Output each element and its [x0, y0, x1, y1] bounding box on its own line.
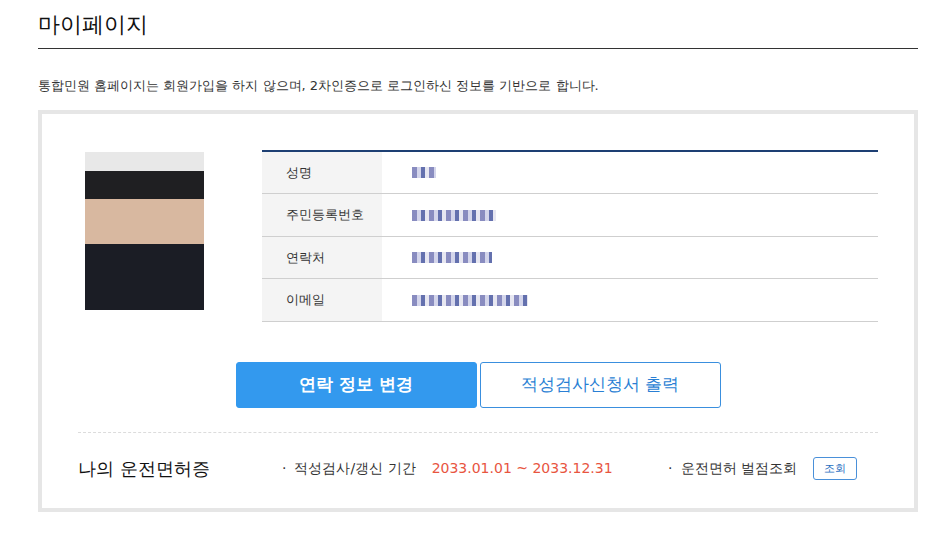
info-row: 연락처: [262, 237, 878, 280]
info-row: 성명: [262, 152, 878, 195]
info-label: 성명: [262, 152, 382, 194]
masked-value: [412, 167, 436, 178]
page: 마이페이지통합민원 홈페이지는 회원가입을 하지 않으며, 2차인증으로 로그인…: [0, 0, 934, 512]
bullet: ·: [668, 458, 672, 479]
info-value: [382, 279, 878, 321]
info-row: 주민등록번호: [262, 194, 878, 237]
info-row: 이메일: [262, 279, 878, 322]
period-value: 2033.01.01 ~ 2033.12.31: [432, 458, 613, 479]
license-row: 나의 운전면허증·적성검사/갱신 기간2033.01.01 ~ 2033.12.…: [78, 433, 878, 494]
masked-value: [412, 295, 528, 306]
lookup-button[interactable]: 조회: [813, 457, 857, 480]
profile-photo: [85, 152, 204, 310]
license-title: 나의 운전면허증: [78, 455, 282, 482]
info-value: [382, 194, 878, 236]
page-title: 마이페이지: [38, 12, 918, 49]
bullet: ·: [282, 458, 286, 479]
info-table: 성명주민등록번호연락처이메일: [262, 150, 878, 322]
action-buttons: 연락 정보 변경적성검사신청서 출력: [78, 362, 878, 408]
license-item: · 적성검사/갱신 기간 2033.01.01 ~ 2033.12.31: [282, 458, 613, 479]
info-label: 주민등록번호: [262, 194, 382, 236]
license-item: · 운전면허 벌점조회 조회: [668, 457, 857, 480]
notice-text: 통합민원 홈페이지는 회원가입을 하지 않으며, 2차인증으로 로그인하신 정보…: [38, 76, 918, 96]
profile-section: 성명주민등록번호연락처이메일: [78, 150, 878, 322]
change-contact-button[interactable]: 연락 정보 변경: [236, 362, 477, 408]
license-label: 적성검사/갱신 기간: [294, 458, 415, 479]
info-value: [382, 152, 878, 194]
divider: [78, 432, 878, 433]
masked-value: [412, 252, 492, 263]
masked-value: [412, 210, 496, 221]
license-label: 운전면허 벌점조회: [681, 458, 797, 479]
info-label: 연락처: [262, 237, 382, 279]
print-application-button[interactable]: 적성검사신청서 출력: [480, 362, 721, 408]
info-label: 이메일: [262, 279, 382, 321]
info-value: [382, 237, 878, 279]
profile-panel: 성명주민등록번호연락처이메일연락 정보 변경적성검사신청서 출력나의 운전면허증…: [38, 110, 918, 512]
